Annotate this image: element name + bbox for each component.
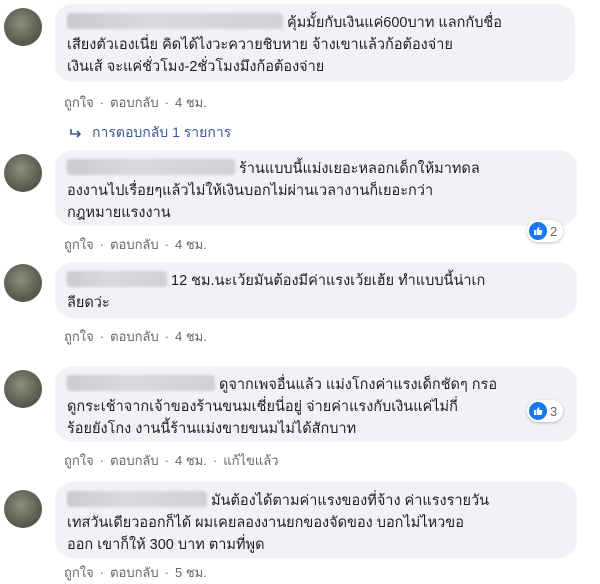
- reply-link[interactable]: ตอบกลับ: [110, 562, 159, 583]
- commenter-name[interactable]: [67, 271, 167, 287]
- reply-link[interactable]: ตอบกลับ: [110, 92, 159, 113]
- separator-dot: ·: [164, 95, 169, 110]
- reply-link[interactable]: ตอบกลับ: [110, 326, 159, 347]
- commenter-name[interactable]: [67, 375, 215, 391]
- reply-link[interactable]: ตอบกลับ: [110, 450, 159, 471]
- comment-text-line: 12 ชม.นะเว้ยมันต้องมีค่าแรงเว้ยเฮ้ย ทำแบ…: [171, 273, 486, 289]
- timestamp[interactable]: 4 ชม.: [175, 92, 207, 113]
- reaction-count: 3: [550, 403, 558, 419]
- commenter-name[interactable]: [67, 13, 283, 29]
- timestamp[interactable]: 4 ชม.: [175, 234, 207, 255]
- comment-actions: ถูกใจ · ตอบกลับ · 5 ชม.: [64, 562, 207, 583]
- comment-actions: ถูกใจ · ตอบกลับ · 4 ชม.: [64, 92, 207, 113]
- comment-bubble: มันต้องได้ตามค่าแรงของที่จ้าง ค่าแรงรายว…: [55, 482, 577, 558]
- comment-bubble: คุ้มมั้ยกับเงินแค่600บาท แลกกับชื่อ เสีย…: [55, 4, 575, 82]
- comment-text-line: เทสวันเดียวออกก็ได้ ผมเคยลองงานยกของจัดข…: [67, 515, 464, 531]
- separator-dot: ·: [164, 453, 169, 468]
- reply-arrow-icon: [70, 129, 82, 138]
- separator-dot: ·: [212, 453, 218, 468]
- edited-label[interactable]: แก้ไขแล้ว: [223, 450, 278, 471]
- like-icon: [529, 222, 547, 240]
- reaction-count: 2: [550, 223, 558, 239]
- comment-text-line: ออก เขาก็ให้ 300 บาท ตามที่พูด: [67, 537, 265, 553]
- comment-bubble: 12 ชม.นะเว้ยมันต้องมีค่าแรงเว้ยเฮ้ย ทำแบ…: [55, 262, 577, 318]
- commenter-name[interactable]: [67, 159, 235, 175]
- like-link[interactable]: ถูกใจ: [64, 234, 94, 255]
- like-link[interactable]: ถูกใจ: [64, 562, 94, 583]
- comment-text-line: ดูกระเช้าจากเจ้าของร้านขนมเชี่ยนี่อยู่ จ…: [67, 399, 458, 415]
- separator-dot: ·: [164, 329, 169, 344]
- comment-actions: ถูกใจ · ตอบกลับ · 4 ชม.: [64, 234, 207, 255]
- timestamp[interactable]: 5 ชม.: [175, 562, 207, 583]
- avatar[interactable]: [4, 264, 42, 302]
- like-link[interactable]: ถูกใจ: [64, 92, 94, 113]
- comment-bubble: ร้านแบบนี้แม่งเยอะหลอกเด็กให้มาทดล องงาน…: [55, 150, 577, 226]
- comment-text-line: มันต้องได้ตามค่าแรงของที่จ้าง ค่าแรงรายว…: [211, 493, 490, 509]
- like-icon: [529, 402, 547, 420]
- comment-text-line: คุ้มมั้ยกับเงินแค่600บาท แลกกับชื่อ: [287, 15, 502, 31]
- separator-dot: ·: [99, 329, 105, 344]
- reaction-summary[interactable]: 3: [527, 400, 564, 422]
- timestamp[interactable]: 4 ชม.: [175, 450, 207, 471]
- comment-bubble: ดูจากเพจอื่นแล้ว แม่งโกงค่าแรงเด็กชัดๆ ก…: [55, 366, 577, 442]
- commenter-name[interactable]: [67, 491, 207, 507]
- comment-text-line: ร้อยยังโกง งานนี้ร้านแม่งขายขนมไม่ได้สัก…: [67, 421, 357, 437]
- like-link[interactable]: ถูกใจ: [64, 450, 94, 471]
- avatar[interactable]: [4, 8, 42, 46]
- comment-text-line: เงินเส้ จะแค่ชั่วโมง-2ชั่วโมงมึงก้อต้องจ…: [67, 59, 325, 75]
- view-replies-link[interactable]: การตอบกลับ 1 รายการ: [70, 122, 231, 144]
- separator-dot: ·: [164, 565, 169, 580]
- avatar[interactable]: [4, 370, 42, 408]
- avatar[interactable]: [4, 154, 42, 192]
- separator-dot: ·: [99, 237, 105, 252]
- separator-dot: ·: [164, 237, 169, 252]
- separator-dot: ·: [99, 453, 105, 468]
- comment-actions: ถูกใจ · ตอบกลับ · 4 ชม. · แก้ไขแล้ว: [64, 450, 279, 471]
- avatar[interactable]: [4, 490, 42, 528]
- comment-text-line: องงานไปเรื่อยๆแล้วไม่ให้เงินบอกไม่ผ่านเว…: [67, 183, 434, 199]
- like-link[interactable]: ถูกใจ: [64, 326, 94, 347]
- comment-text-line: ดูจากเพจอื่นแล้ว แม่งโกงค่าแรงเด็กชัดๆ ก…: [219, 377, 498, 393]
- timestamp[interactable]: 4 ชม.: [175, 326, 207, 347]
- comment-text-line: เสียงตัวเองเนี่ย คิดได้ไงวะควายชิบหาย จ้…: [67, 37, 453, 53]
- comment-actions: ถูกใจ · ตอบกลับ · 4 ชม.: [64, 326, 207, 347]
- separator-dot: ·: [99, 565, 105, 580]
- reaction-summary[interactable]: 2: [527, 220, 564, 242]
- reply-link[interactable]: ตอบกลับ: [110, 234, 159, 255]
- comment-text-line: ลียดว่ะ: [67, 295, 110, 311]
- comment-text-line: กฎหมายแรงงาน: [67, 205, 171, 221]
- replies-count-label: การตอบกลับ 1 รายการ: [92, 124, 232, 140]
- comment-text-line: ร้านแบบนี้แม่งเยอะหลอกเด็กให้มาทดล: [239, 161, 480, 177]
- separator-dot: ·: [99, 95, 105, 110]
